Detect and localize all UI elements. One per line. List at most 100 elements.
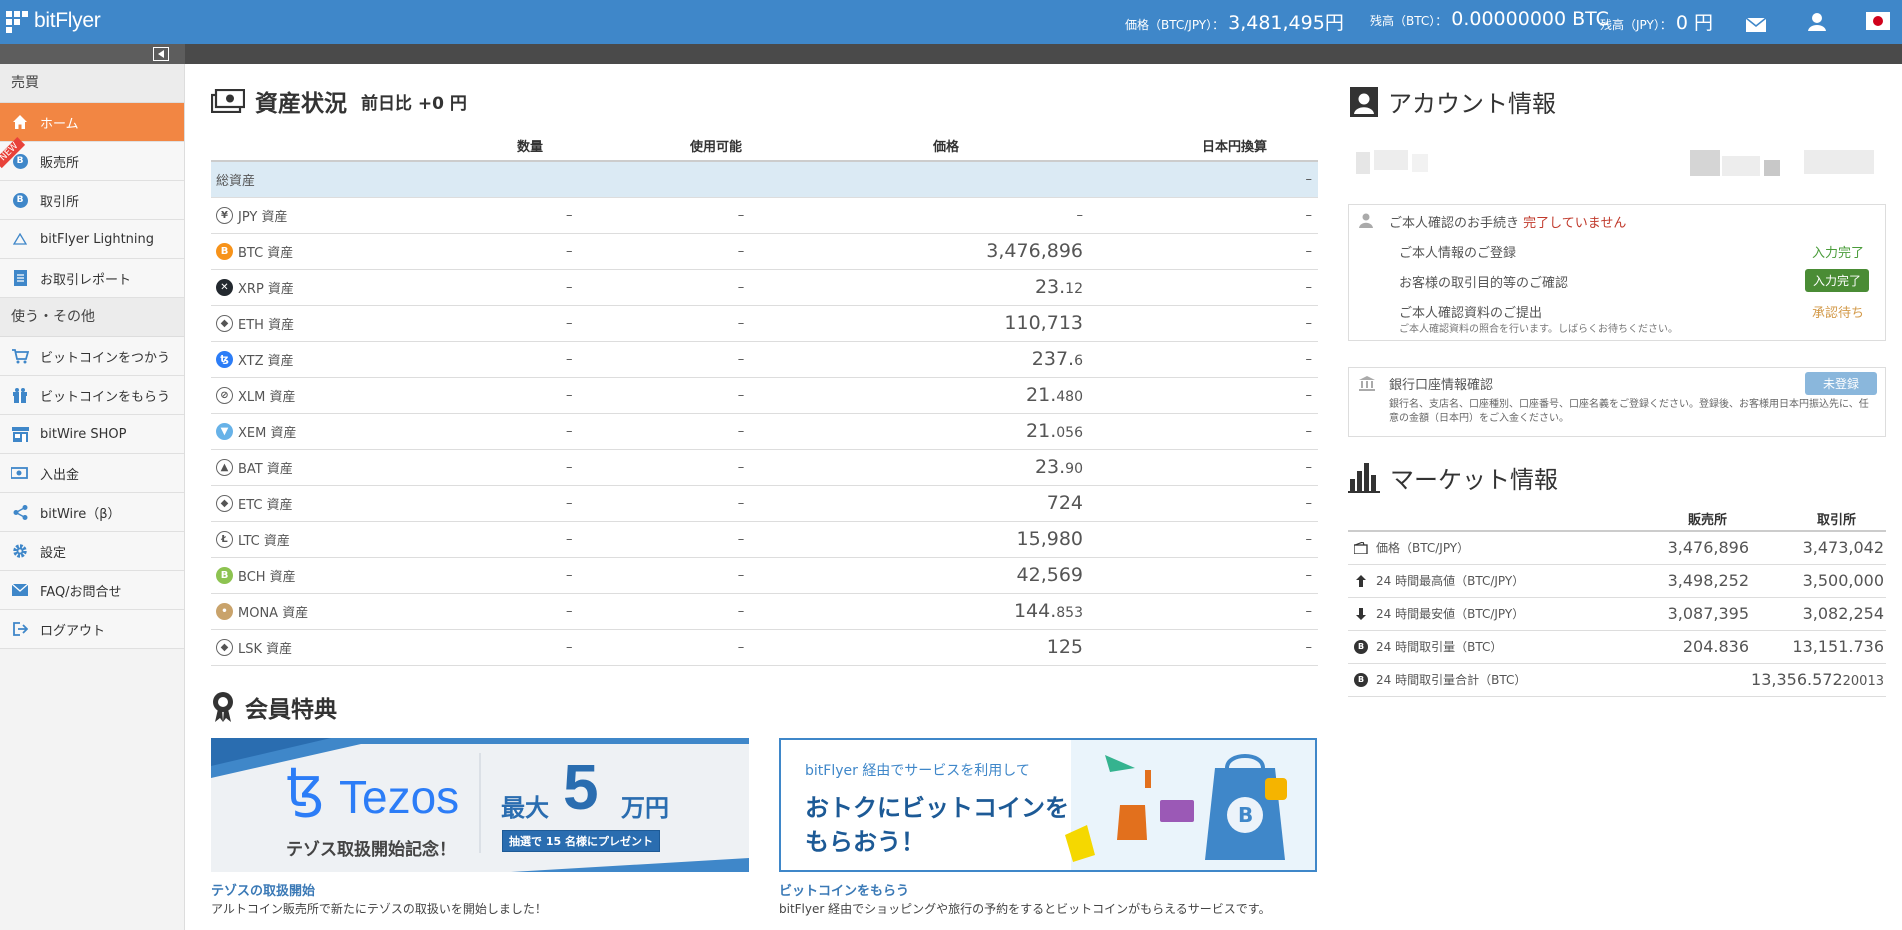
market-exchange-main: 3,500,000: [1802, 571, 1884, 590]
asset-price-main: 237.: [1031, 348, 1075, 370]
asset-name-cell: ◆ ETH 資産: [211, 305, 491, 342]
market-exchange-value: 13,356.57220013: [1751, 663, 1886, 697]
asset-name: BAT 資産: [238, 461, 293, 477]
asset-row: ꜩ XTZ 資産 – –237.6–: [211, 341, 1318, 378]
market-row: 24 時間最安値（BTC/JPY） 3,087,395 3,082,254: [1348, 597, 1886, 631]
sidebar-item-home[interactable]: ホーム: [0, 103, 184, 142]
svg-text:B: B: [1238, 803, 1253, 827]
asset-qty: –: [491, 377, 631, 414]
sidebar: 売買 ホーム NEW B 販売所 B 取引所 bitFlyer Lightnin…: [0, 64, 185, 930]
market-exchange-value: 13,151.736: [1751, 630, 1886, 664]
asset-price-main: 21.: [1026, 384, 1057, 406]
market-shop-value: 3,498,252: [1618, 564, 1752, 598]
bank-status[interactable]: 未登録: [1805, 372, 1877, 395]
asset-row: Ł LTC 資産 – –15,980–: [211, 521, 1318, 558]
sidebar-item-label: ビットコインをもらう: [40, 389, 171, 405]
asset-price: 724: [801, 485, 1091, 522]
asset-qty: –: [491, 593, 631, 630]
asset-name-cell: B BTC 資産: [211, 233, 491, 270]
col-empty: [211, 131, 491, 162]
asset-available: –: [631, 233, 801, 270]
asset-available: –: [631, 593, 801, 630]
total-assets-label: 総資産: [211, 161, 1091, 198]
asset-name: XRP 資産: [238, 281, 294, 297]
sidebar-item-label: ログアウト: [40, 623, 106, 639]
sidebar-item-deposit[interactable]: 入出金: [0, 454, 184, 493]
sidebar-item-exchange[interactable]: B 取引所: [0, 181, 184, 220]
sidebar-item-logout[interactable]: ログアウト: [0, 610, 184, 649]
asset-price: 21.480: [801, 377, 1091, 414]
asset-price-main: 42,569: [1016, 564, 1083, 586]
tezos-banner[interactable]: ꜩ Tezos テゾス取扱開始記念！ 最大 5 万円 抽選で 15 名様にプレゼ…: [211, 738, 749, 872]
asset-jpy: –: [1091, 521, 1318, 558]
asset-row: ◆ LSK 資産 – –125–: [211, 629, 1318, 666]
sidebar-section-other: 使う・その他: [0, 298, 184, 337]
asset-name: LTC 資産: [238, 533, 290, 549]
market-label-cell: 価格（BTC/JPY）: [1348, 531, 1619, 565]
market-shop-value: 3,087,395: [1618, 597, 1752, 631]
sidebar-item-label: 設定: [40, 545, 67, 561]
mail-icon[interactable]: [1746, 15, 1766, 35]
col-available: 使用可能: [631, 131, 801, 162]
asset-jpy: –: [1091, 629, 1318, 666]
mcol-exchange: 取引所: [1751, 506, 1886, 532]
asset-price-main: 110,713: [1004, 312, 1083, 334]
asset-qty: –: [491, 233, 631, 270]
sidebar-item-lightning[interactable]: bitFlyer Lightning: [0, 220, 184, 259]
cash-icon: [211, 89, 245, 113]
coin-icon: ¥: [216, 206, 233, 224]
asset-name: ETH 資産: [238, 317, 295, 333]
asset-row: ▼ XEM 資産 – –21.056–: [211, 413, 1318, 450]
asset-price-decimal: 853: [1056, 605, 1083, 621]
asset-qty: –: [491, 521, 631, 558]
asset-name: XTZ 資産: [238, 353, 294, 369]
collapse-sidebar-button[interactable]: [153, 47, 169, 61]
market-title: マーケット情報: [1390, 466, 1558, 494]
sidebar-item-shop[interactable]: NEW B 販売所: [0, 136, 184, 181]
assets-table: 数量 使用可能 価格 日本円換算 総資産 – ¥ JPY 資産 – – – – B BTC 資…: [211, 131, 1318, 666]
tezos-note: 抽選で 15 名様にプレゼント: [502, 830, 660, 852]
get-bitcoin-banner[interactable]: bitFlyer 経由でサービスを利用して おトクにビットコインを もらおう！ …: [779, 738, 1317, 872]
asset-price: 237.6: [801, 341, 1091, 378]
market-exchange-value: 3,500,000: [1751, 564, 1886, 598]
asset-price: 125: [801, 629, 1091, 666]
sidebar-item-report[interactable]: お取引レポート: [0, 259, 184, 298]
market-exchange-main: 3,473,042: [1802, 538, 1884, 558]
sidebar-item-bitwire[interactable]: bitWire（β）: [0, 493, 184, 532]
user-icon[interactable]: [1808, 12, 1826, 32]
asset-available: –: [631, 377, 801, 414]
asset-name-cell: ✕ XRP 資産: [211, 269, 491, 306]
asset-row: • MONA 資産 – –144.853–: [211, 593, 1318, 630]
tezos-caption: テゾス取扱開始記念！: [286, 840, 456, 860]
asset-price: 23.90: [801, 449, 1091, 486]
sidebar-item-settings[interactable]: 設定: [0, 532, 184, 571]
sidebar-item-label: bitFlyer Lightning: [40, 231, 155, 247]
tezos-unit: 万円: [621, 794, 669, 822]
bar-chart-icon: [1348, 462, 1380, 493]
sidebar-item-faq[interactable]: FAQ/お問合せ: [0, 571, 184, 610]
market-label: 24 時間最安値（BTC/JPY）: [1376, 607, 1525, 621]
tezos-headline: 最大: [501, 794, 549, 822]
coin-icon: ▼: [216, 422, 233, 440]
get-bitcoin-link[interactable]: ビットコインをもらう: [779, 880, 909, 899]
coin-icon: ◆: [216, 638, 233, 656]
market-row: 24 時間最高値（BTC/JPY） 3,498,252 3,500,000: [1348, 564, 1886, 598]
asset-qty: –: [491, 629, 631, 666]
asset-qty: –: [491, 197, 631, 234]
bitcoin-icon: B: [1353, 672, 1369, 687]
tezos-link[interactable]: テゾスの取扱開始: [211, 880, 315, 899]
coin-icon: ▲: [216, 458, 233, 476]
asset-jpy: –: [1091, 197, 1318, 234]
bitflyer-logo[interactable]: bitFlyer: [6, 9, 101, 33]
sidebar-item-use-bitcoin[interactable]: ビットコインをつかう: [0, 337, 184, 376]
japan-flag-icon[interactable]: [1866, 11, 1890, 31]
coin-icon: ⊘: [216, 386, 233, 404]
tezos-amount: 5: [563, 751, 599, 823]
header-jpy-balance: 残高（JPY）： 0 円: [1600, 8, 1713, 35]
asset-name-cell: ⊘ XLM 資産: [211, 377, 491, 414]
asset-price: 23.12: [801, 269, 1091, 306]
redacted-id: [1764, 160, 1780, 176]
sidebar-item-get-bitcoin[interactable]: ビットコインをもらう: [0, 376, 184, 415]
asset-row: ✕ XRP 資産 – –23.12–: [211, 269, 1318, 306]
sidebar-item-bitwire-shop[interactable]: bitWire SHOP: [0, 415, 184, 454]
